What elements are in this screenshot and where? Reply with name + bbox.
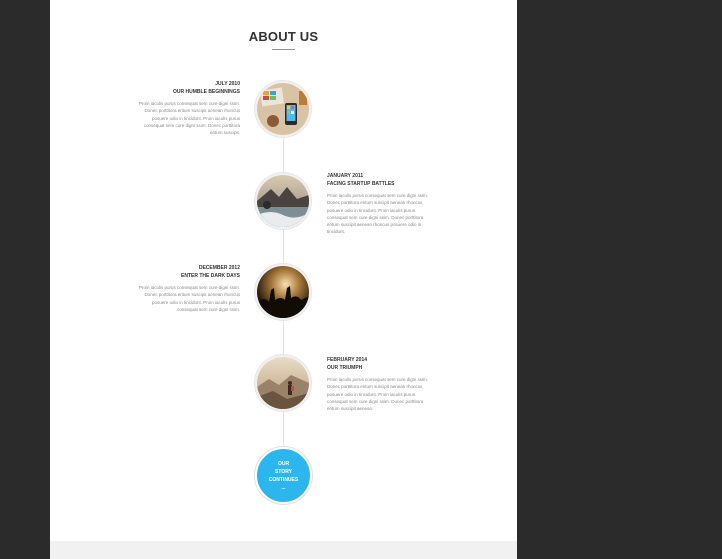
final-line-1: OUR [277, 460, 290, 467]
final-line-3: CONTINUES [268, 476, 299, 483]
entry-date: FEBRUARY 2014 [327, 357, 368, 363]
entry-body: Proin iaculis purus consequat sem cure d… [138, 285, 240, 312]
section-title: ABOUT US [248, 29, 319, 44]
title-underline [272, 49, 295, 50]
entry-title: OUR HUMBLE BEGINNINGS [173, 89, 240, 95]
entry-body: Proin iaculis purus consequat sem cure d… [327, 377, 429, 412]
concert-crowd-photo-icon [255, 264, 311, 320]
entry-title: ENTER THE DARK DAYS [181, 273, 240, 279]
footer-strip [50, 541, 517, 559]
timeline-entry-1: JULY 2010 OUR HUMBLE BEGINNINGS Proin ia… [135, 80, 240, 136]
timeline-entry-3: DECEMBER 2012 ENTER THE DARK DAYS Proin … [135, 264, 240, 313]
timeline-entry-2: JANUARY 2011 FACING STARTUP BATTLES Proi… [327, 172, 432, 236]
workspace-photo-icon [255, 81, 311, 137]
story-continues-badge: OUR STORY CONTINUES ... [255, 447, 312, 504]
about-page: ABOUT US JULY 2010 OUR HUMBLE BEGINNINGS… [50, 0, 517, 541]
entry-date: JULY 2010 [215, 81, 240, 87]
entry-date: JANUARY 2011 [327, 173, 364, 179]
timeline-entry-4: FEBRUARY 2014 OUR TRIUMPH Proin iaculis … [327, 356, 432, 412]
entry-title: FACING STARTUP BATTLES [327, 181, 395, 187]
entry-body: Proin iaculis purus consequat sem cure d… [327, 193, 429, 235]
final-line-4: ... [281, 484, 286, 491]
final-line-2: STORY [275, 468, 292, 475]
entry-body: Proin iaculis purus consequat sem cure d… [138, 101, 240, 136]
hiker-mountain-photo-icon [255, 355, 311, 411]
sea-rocks-photo-icon [255, 173, 311, 229]
entry-title: OUR TRIUMPH [327, 365, 363, 371]
entry-date: DECEMBER 2012 [198, 265, 240, 271]
